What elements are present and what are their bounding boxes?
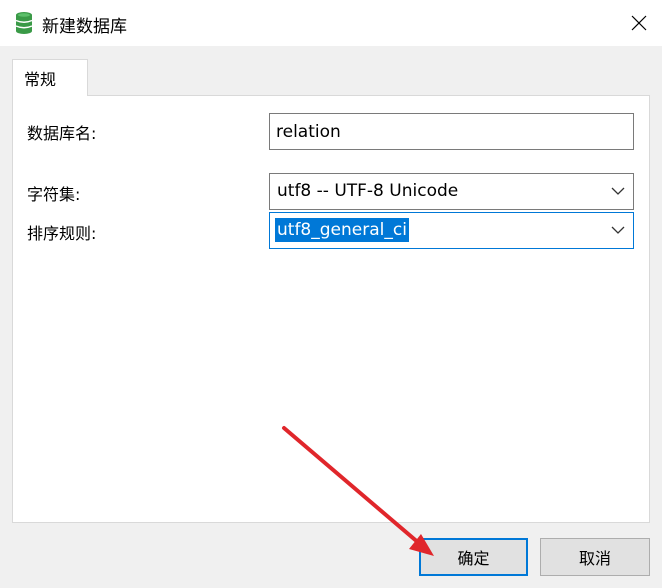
ok-button[interactable]: 确定	[419, 538, 528, 576]
ok-button-label: 确定	[457, 549, 490, 568]
close-icon	[631, 15, 647, 31]
collation-select[interactable]: utf8_general_ci	[269, 212, 634, 249]
db-name-input[interactable]	[269, 113, 634, 150]
charset-select[interactable]: utf8 -- UTF-8 Unicode	[269, 173, 634, 210]
window-title: 新建数据库	[42, 17, 127, 37]
charset-label: 字符集:	[27, 185, 81, 204]
tab-panel	[12, 95, 650, 523]
cancel-button-label: 取消	[578, 549, 611, 568]
chevron-down-icon	[611, 187, 625, 195]
charset-value: utf8 -- UTF-8 Unicode	[277, 181, 459, 201]
cancel-button[interactable]: 取消	[540, 538, 650, 576]
collation-label: 排序规则:	[27, 224, 97, 243]
chevron-down-icon	[611, 226, 625, 234]
close-button[interactable]	[616, 0, 662, 46]
tab-general[interactable]: 常规	[12, 59, 88, 96]
database-icon	[15, 12, 33, 34]
db-name-label: 数据库名:	[27, 124, 97, 143]
title-bar: 新建数据库	[0, 0, 662, 46]
collation-value: utf8_general_ci	[275, 218, 409, 242]
tab-general-label: 常规	[24, 70, 57, 89]
